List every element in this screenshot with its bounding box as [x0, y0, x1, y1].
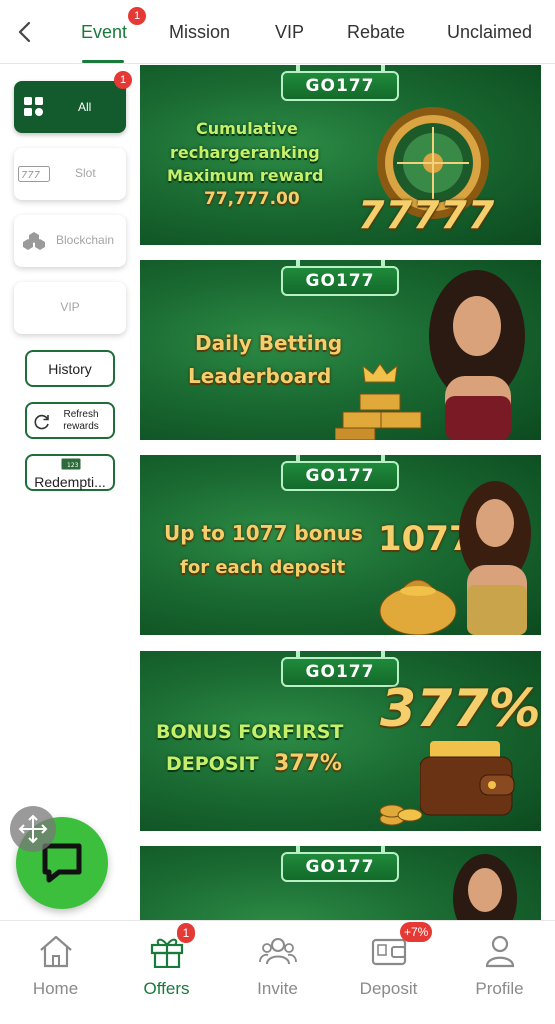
profile-icon — [485, 935, 514, 968]
nav-deposit[interactable]: Deposit +7% — [333, 921, 444, 1024]
move-arrows-icon — [18, 814, 48, 844]
event-banner-betting-leaderboard[interactable]: GO177 Daily Betting Leaderboard — [140, 260, 541, 440]
category-blockchain[interactable]: Blockchain — [14, 215, 126, 267]
refresh-icon — [34, 414, 49, 430]
invite-users-icon — [258, 938, 297, 965]
category-vip[interactable]: VIP — [14, 282, 126, 334]
bottom-navigation: Home Offers 1 Invite Deposit +7% Profile — [0, 920, 555, 1024]
banner-line: Leaderboard — [188, 364, 332, 388]
chevron-left-icon — [18, 21, 31, 43]
wallet-icon — [371, 938, 406, 966]
banner-line: Cumulative — [196, 119, 298, 138]
coupon-icon: 123 — [61, 458, 81, 470]
tab-mission-label: Mission — [169, 21, 231, 42]
top-tab-bar: Event 1 Mission VIP Rebate Unclaimed — [0, 0, 555, 64]
model-figure — [429, 270, 525, 440]
wallet-icon — [420, 741, 515, 816]
tab-vip[interactable]: VIP — [275, 0, 304, 64]
tab-unclaimed-label: Unclaimed — [447, 21, 533, 42]
nav-offers[interactable]: Offers 1 — [111, 921, 222, 1024]
app-root: Event 1 Mission VIP Rebate Unclaimed All… — [0, 0, 555, 1024]
nav-home-label: Home — [32, 979, 79, 998]
drag-handle[interactable] — [10, 806, 56, 852]
banner-art-text: 377% — [380, 679, 541, 739]
redemption-button[interactable]: 123 Redempti... — [25, 454, 115, 491]
redemption-label: Redempti... — [34, 474, 106, 490]
tab-event-label: Event — [81, 21, 128, 42]
nav-home[interactable]: Home — [0, 921, 111, 1024]
nav-profile-label: Profile — [475, 979, 524, 998]
banner-line: for each deposit — [180, 557, 346, 578]
banner-line: DEPOSIT — [166, 753, 259, 775]
event-banner-list: GO177 Cumulative rechargeranking Maximum… — [140, 64, 555, 920]
offers-badge: 1 — [177, 923, 195, 943]
banner-line: BONUS FORFIRST — [156, 721, 344, 743]
event-banner-partial[interactable]: GO177 — [140, 846, 541, 920]
event-banner-recharge-ranking[interactable]: GO177 Cumulative rechargeranking Maximum… — [140, 65, 541, 245]
nav-invite-label: Invite — [257, 979, 298, 998]
nav-profile[interactable]: Profile — [444, 921, 555, 1024]
model-figure — [453, 854, 517, 920]
banner-line: Up to 1077 bonus — [164, 521, 363, 545]
brand-badge: GO177 — [281, 266, 399, 296]
tab-rebate[interactable]: Rebate — [347, 0, 405, 64]
brand-badge: GO177 — [281, 852, 399, 882]
brand-badge: GO177 — [281, 71, 399, 101]
active-tab-indicator — [82, 60, 124, 63]
refresh-rewards-label: Refresh rewards — [63, 409, 99, 432]
refresh-rewards-button[interactable]: Refresh rewards — [25, 402, 115, 439]
category-sidebar: All 1 777 Slot Blockchain VIP History Re… — [0, 64, 140, 920]
banner-line: rechargeranking — [170, 143, 320, 162]
nav-offers-label: Offers — [143, 979, 190, 998]
category-all-label: All — [78, 100, 92, 114]
event-badge: 1 — [128, 7, 146, 25]
banner-line: Maximum reward — [167, 166, 324, 185]
slot-machine-icon: 777 — [18, 166, 50, 182]
tab-unclaimed[interactable]: Unclaimed — [447, 0, 532, 64]
back-button[interactable] — [8, 12, 40, 52]
grid-icon — [24, 97, 43, 116]
model-figure — [459, 481, 531, 635]
category-blockchain-label: Blockchain — [56, 233, 115, 247]
category-all[interactable]: All 1 — [14, 71, 132, 133]
category-all-badge: 1 — [114, 71, 132, 89]
blockchain-icon — [23, 232, 45, 250]
svg-text:123: 123 — [67, 462, 79, 469]
event-banner-deposit-bonus[interactable]: GO177 Up to 1077 bonus for each deposit … — [140, 455, 541, 635]
home-icon — [39, 935, 72, 968]
event-banner-first-deposit[interactable]: GO177 BONUS FORFIRST DEPOSIT 377% 377% — [140, 651, 541, 831]
tab-vip-label: VIP — [275, 21, 305, 42]
nav-invite[interactable]: Invite — [222, 921, 333, 1024]
category-vip-label: VIP — [60, 300, 80, 314]
nav-deposit-label: Deposit — [359, 979, 418, 998]
history-button[interactable]: History — [25, 350, 115, 387]
category-slot[interactable]: 777 Slot — [14, 148, 126, 200]
coins-icon — [379, 804, 423, 826]
tab-event[interactable]: Event — [81, 0, 127, 64]
tab-mission[interactable]: Mission — [169, 0, 230, 64]
category-slot-label: Slot — [75, 166, 96, 180]
banner-line: Daily Betting — [195, 331, 343, 355]
history-label: History — [48, 360, 92, 377]
brand-badge: GO177 — [281, 461, 399, 491]
deposit-bonus-badge: +7% — [400, 922, 433, 942]
banner-art-text: 77777 — [358, 193, 496, 237]
banner-line: 377% — [274, 751, 342, 776]
banner-amount: 77,777.00 — [204, 189, 300, 209]
tab-rebate-label: Rebate — [347, 21, 406, 42]
svg-text:777: 777 — [21, 170, 41, 181]
